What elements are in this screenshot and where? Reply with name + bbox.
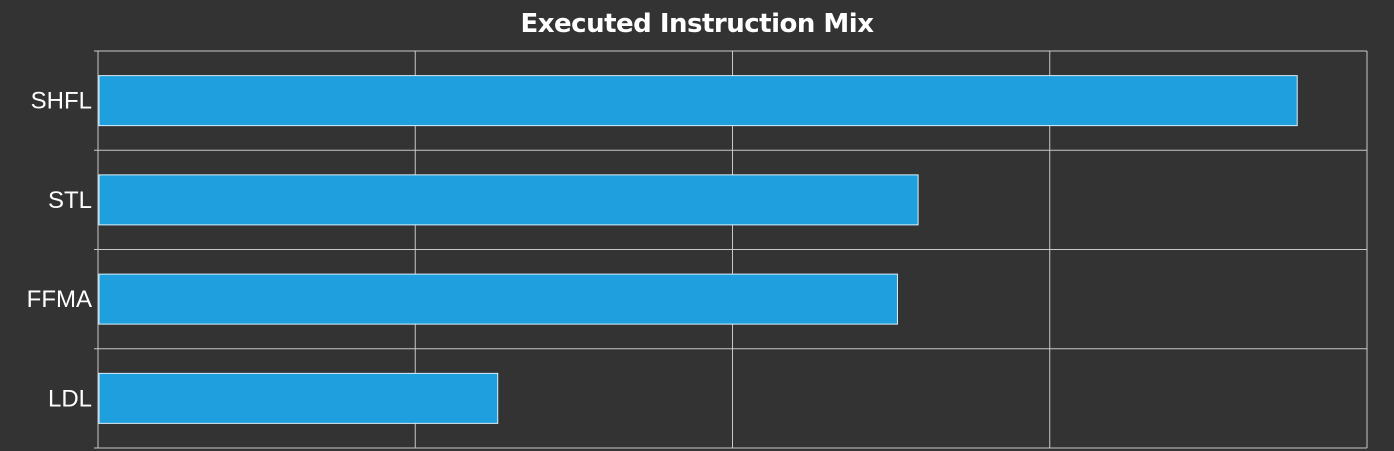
category-label-stl: STL bbox=[48, 187, 92, 214]
bar-ldl bbox=[98, 372, 499, 424]
category-label-ffma: FFMA bbox=[27, 286, 92, 313]
category-label-shfl: SHFL bbox=[31, 88, 92, 115]
bar-chart-plot: SHFL STL FFMA LDL bbox=[27, 50, 1368, 449]
bar-shfl bbox=[98, 75, 1298, 127]
chart-container: Executed Instruction Mix SHFL STL FFMA LDL bbox=[0, 0, 1394, 451]
category-label-ldl: LDL bbox=[48, 385, 92, 412]
bar-stl bbox=[98, 174, 919, 226]
bar-ffma bbox=[98, 273, 898, 325]
